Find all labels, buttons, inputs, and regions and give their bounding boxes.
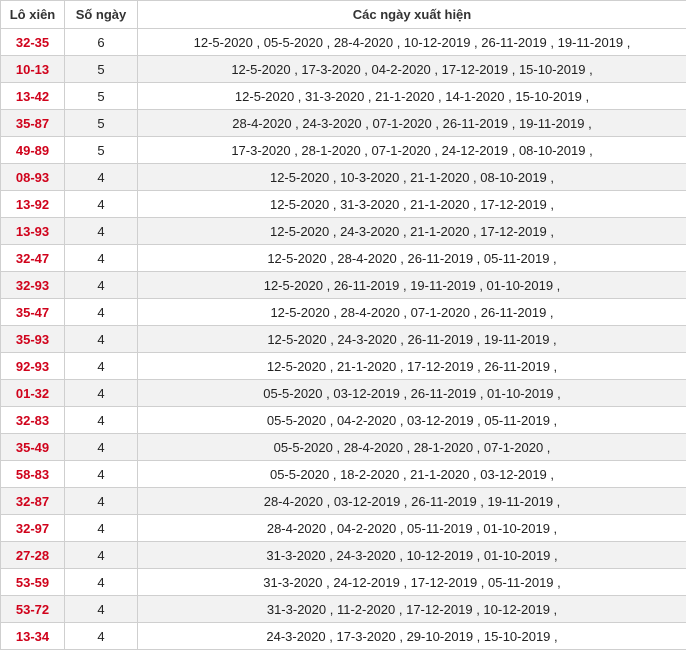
count-cell: 5: [65, 56, 138, 83]
table-row: 53-72431-3-2020 , 11-2-2020 , 17-12-2019…: [1, 596, 686, 623]
count-cell: 4: [65, 191, 138, 218]
table-row: 32-83405-5-2020 , 04-2-2020 , 03-12-2019…: [1, 407, 686, 434]
dates-cell: 31-3-2020 , 24-12-2019 , 17-12-2019 , 05…: [138, 569, 686, 596]
pair-cell[interactable]: 92-93: [1, 353, 65, 380]
table-row: 32-93412-5-2020 , 26-11-2019 , 19-11-201…: [1, 272, 686, 299]
pair-cell[interactable]: 13-92: [1, 191, 65, 218]
count-cell: 4: [65, 218, 138, 245]
count-cell: 4: [65, 488, 138, 515]
count-cell: 5: [65, 110, 138, 137]
pair-cell[interactable]: 32-97: [1, 515, 65, 542]
count-cell: 4: [65, 380, 138, 407]
dates-cell: 28-4-2020 , 03-12-2019 , 26-11-2019 , 19…: [138, 488, 686, 515]
pair-cell[interactable]: 13-34: [1, 623, 65, 650]
count-cell: 4: [65, 353, 138, 380]
dates-cell: 05-5-2020 , 28-4-2020 , 28-1-2020 , 07-1…: [138, 434, 686, 461]
dates-cell: 05-5-2020 , 18-2-2020 , 21-1-2020 , 03-1…: [138, 461, 686, 488]
table-row: 10-13512-5-2020 , 17-3-2020 , 04-2-2020 …: [1, 56, 686, 83]
count-cell: 4: [65, 569, 138, 596]
dates-cell: 12-5-2020 , 17-3-2020 , 04-2-2020 , 17-1…: [138, 56, 686, 83]
pair-cell[interactable]: 35-93: [1, 326, 65, 353]
pair-cell[interactable]: 32-47: [1, 245, 65, 272]
pair-cell[interactable]: 49-89: [1, 137, 65, 164]
pair-cell[interactable]: 53-59: [1, 569, 65, 596]
table-row: 32-97428-4-2020 , 04-2-2020 , 05-11-2019…: [1, 515, 686, 542]
table-row: 58-83405-5-2020 , 18-2-2020 , 21-1-2020 …: [1, 461, 686, 488]
count-cell: 4: [65, 461, 138, 488]
table-row: 32-47412-5-2020 , 28-4-2020 , 26-11-2019…: [1, 245, 686, 272]
header-pair: Lô xiên: [1, 1, 65, 29]
count-cell: 6: [65, 29, 138, 56]
count-cell: 4: [65, 515, 138, 542]
dates-cell: 12-5-2020 , 24-3-2020 , 26-11-2019 , 19-…: [138, 326, 686, 353]
dates-cell: 12-5-2020 , 21-1-2020 , 17-12-2019 , 26-…: [138, 353, 686, 380]
pair-cell[interactable]: 32-83: [1, 407, 65, 434]
count-cell: 4: [65, 299, 138, 326]
dates-cell: 31-3-2020 , 11-2-2020 , 17-12-2019 , 10-…: [138, 596, 686, 623]
pair-cell[interactable]: 32-93: [1, 272, 65, 299]
count-cell: 4: [65, 407, 138, 434]
table-row: 35-93412-5-2020 , 24-3-2020 , 26-11-2019…: [1, 326, 686, 353]
table-row: 32-35612-5-2020 , 05-5-2020 , 28-4-2020 …: [1, 29, 686, 56]
table-row: 32-87428-4-2020 , 03-12-2019 , 26-11-201…: [1, 488, 686, 515]
count-cell: 5: [65, 137, 138, 164]
table-row: 13-34424-3-2020 , 17-3-2020 , 29-10-2019…: [1, 623, 686, 650]
table-row: 49-89517-3-2020 , 28-1-2020 , 07-1-2020 …: [1, 137, 686, 164]
pair-cell[interactable]: 10-13: [1, 56, 65, 83]
pair-cell[interactable]: 08-93: [1, 164, 65, 191]
dates-cell: 31-3-2020 , 24-3-2020 , 10-12-2019 , 01-…: [138, 542, 686, 569]
dates-cell: 12-5-2020 , 10-3-2020 , 21-1-2020 , 08-1…: [138, 164, 686, 191]
table-row: 13-92412-5-2020 , 31-3-2020 , 21-1-2020 …: [1, 191, 686, 218]
count-cell: 4: [65, 245, 138, 272]
dates-cell: 28-4-2020 , 04-2-2020 , 05-11-2019 , 01-…: [138, 515, 686, 542]
pair-cell[interactable]: 13-93: [1, 218, 65, 245]
header-dates: Các ngày xuất hiện: [138, 1, 686, 29]
pair-cell[interactable]: 13-42: [1, 83, 65, 110]
table-row: 35-87528-4-2020 , 24-3-2020 , 07-1-2020 …: [1, 110, 686, 137]
dates-cell: 05-5-2020 , 03-12-2019 , 26-11-2019 , 01…: [138, 380, 686, 407]
dates-cell: 12-5-2020 , 24-3-2020 , 21-1-2020 , 17-1…: [138, 218, 686, 245]
pair-cell[interactable]: 27-28: [1, 542, 65, 569]
count-cell: 4: [65, 434, 138, 461]
header-row: Lô xiên Số ngày Các ngày xuất hiện: [1, 1, 686, 29]
count-cell: 4: [65, 542, 138, 569]
count-cell: 4: [65, 272, 138, 299]
table-row: 35-47412-5-2020 , 28-4-2020 , 07-1-2020 …: [1, 299, 686, 326]
dates-cell: 12-5-2020 , 05-5-2020 , 28-4-2020 , 10-1…: [138, 29, 686, 56]
pair-cell[interactable]: 58-83: [1, 461, 65, 488]
header-count: Số ngày: [65, 1, 138, 29]
dates-cell: 12-5-2020 , 31-3-2020 , 21-1-2020 , 17-1…: [138, 191, 686, 218]
dates-cell: 12-5-2020 , 31-3-2020 , 21-1-2020 , 14-1…: [138, 83, 686, 110]
table-row: 01-32405-5-2020 , 03-12-2019 , 26-11-201…: [1, 380, 686, 407]
results-table: Lô xiên Số ngày Các ngày xuất hiện 32-35…: [0, 0, 686, 650]
pair-cell[interactable]: 35-47: [1, 299, 65, 326]
pair-cell[interactable]: 53-72: [1, 596, 65, 623]
dates-cell: 12-5-2020 , 28-4-2020 , 07-1-2020 , 26-1…: [138, 299, 686, 326]
table-row: 92-93412-5-2020 , 21-1-2020 , 17-12-2019…: [1, 353, 686, 380]
count-cell: 4: [65, 623, 138, 650]
dates-cell: 05-5-2020 , 04-2-2020 , 03-12-2019 , 05-…: [138, 407, 686, 434]
pair-cell[interactable]: 01-32: [1, 380, 65, 407]
pair-cell[interactable]: 32-35: [1, 29, 65, 56]
count-cell: 4: [65, 326, 138, 353]
dates-cell: 12-5-2020 , 26-11-2019 , 19-11-2019 , 01…: [138, 272, 686, 299]
dates-cell: 24-3-2020 , 17-3-2020 , 29-10-2019 , 15-…: [138, 623, 686, 650]
count-cell: 4: [65, 164, 138, 191]
dates-cell: 28-4-2020 , 24-3-2020 , 07-1-2020 , 26-1…: [138, 110, 686, 137]
pair-cell[interactable]: 35-87: [1, 110, 65, 137]
pair-cell[interactable]: 32-87: [1, 488, 65, 515]
dates-cell: 17-3-2020 , 28-1-2020 , 07-1-2020 , 24-1…: [138, 137, 686, 164]
table-row: 53-59431-3-2020 , 24-12-2019 , 17-12-201…: [1, 569, 686, 596]
count-cell: 5: [65, 83, 138, 110]
table-row: 27-28431-3-2020 , 24-3-2020 , 10-12-2019…: [1, 542, 686, 569]
count-cell: 4: [65, 596, 138, 623]
pair-cell[interactable]: 35-49: [1, 434, 65, 461]
table-row: 13-42512-5-2020 , 31-3-2020 , 21-1-2020 …: [1, 83, 686, 110]
table-row: 13-93412-5-2020 , 24-3-2020 , 21-1-2020 …: [1, 218, 686, 245]
dates-cell: 12-5-2020 , 28-4-2020 , 26-11-2019 , 05-…: [138, 245, 686, 272]
table-row: 35-49405-5-2020 , 28-4-2020 , 28-1-2020 …: [1, 434, 686, 461]
table-row: 08-93412-5-2020 , 10-3-2020 , 21-1-2020 …: [1, 164, 686, 191]
